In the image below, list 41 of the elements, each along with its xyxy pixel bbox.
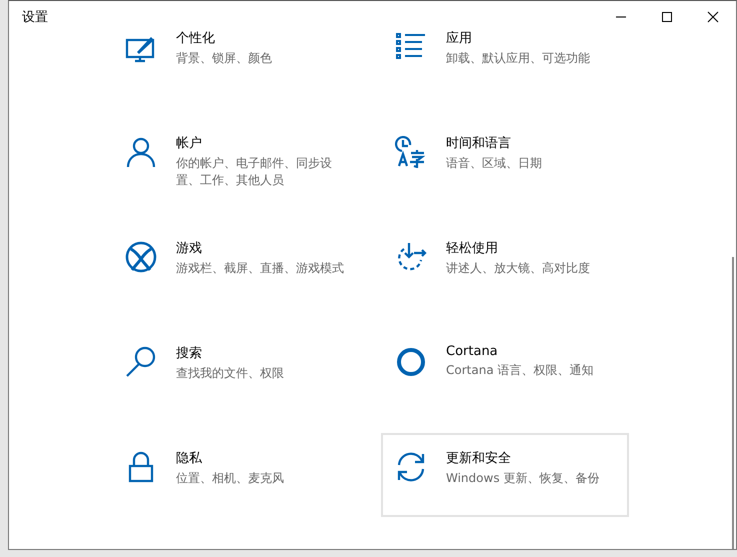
category-title: 隐私 [176,450,203,467]
category-description: 卸载、默认应用、可选功能 [446,50,590,67]
category-description: 语音、区域、日期 [446,155,542,172]
ring-icon [395,346,427,378]
category-title: 应用 [446,30,473,47]
settings-category[interactable]: 应用 卸载、默认应用、可选功能 [381,13,629,97]
category-title: 更新和安全 [446,450,512,467]
maximize-icon [661,11,673,23]
category-description: 游戏栏、截屏、直播、游戏模式 [176,260,344,277]
xbox-icon [125,241,157,273]
category-title: 搜索 [176,345,203,362]
person-icon [125,136,157,168]
category-description: Cortana 语言、权限、通知 [446,362,594,379]
category-title: Cortana [446,344,499,359]
category-title: 轻松使用 [446,240,499,257]
category-description: 背景、锁屏、颜色 [176,50,272,67]
category-title: 游戏 [176,240,203,257]
window-title: 设置 [21,9,48,26]
settings-category[interactable]: Cortana Cortana 语言、权限、通知 [381,328,629,412]
settings-category[interactable]: 游戏 游戏栏、截屏、直播、游戏模式 [111,223,359,307]
clock-letters-icon [395,136,427,168]
search-icon [125,346,157,378]
close-icon [707,11,719,23]
settings-category[interactable]: 帐户 你的帐户、电子邮件、同步设置、工作、其他人员 [111,118,359,202]
settings-category[interactable]: 个性化 背景、锁屏、颜色 [111,13,359,97]
settings-category[interactable]: 轻松使用 讲述人、放大镜、高对比度 [381,223,629,307]
settings-category[interactable]: 搜索 查找我的文件、权限 [111,328,359,412]
settings-category[interactable]: 更新和安全 Windows 更新、恢复、备份 [381,433,629,517]
category-description: 你的帐户、电子邮件、同步设置、工作、其他人员 [176,155,333,189]
sync-arrows-icon [395,451,427,483]
category-description: 讲述人、放大镜、高对比度 [446,260,590,277]
settings-category[interactable]: 隐私 位置、相机、麦克风 [111,433,359,517]
category-description: Windows 更新、恢复、备份 [446,470,600,487]
dashed-circle-arrow-icon [395,241,427,273]
category-title: 帐户 [176,135,203,152]
category-title: 个性化 [176,30,216,47]
category-title: 时间和语言 [446,135,512,152]
scrollbar[interactable] [732,257,734,549]
category-description: 位置、相机、麦克风 [176,470,284,487]
settings-category[interactable]: 时间和语言 语音、区域、日期 [381,118,629,202]
category-description: 查找我的文件、权限 [176,365,284,382]
